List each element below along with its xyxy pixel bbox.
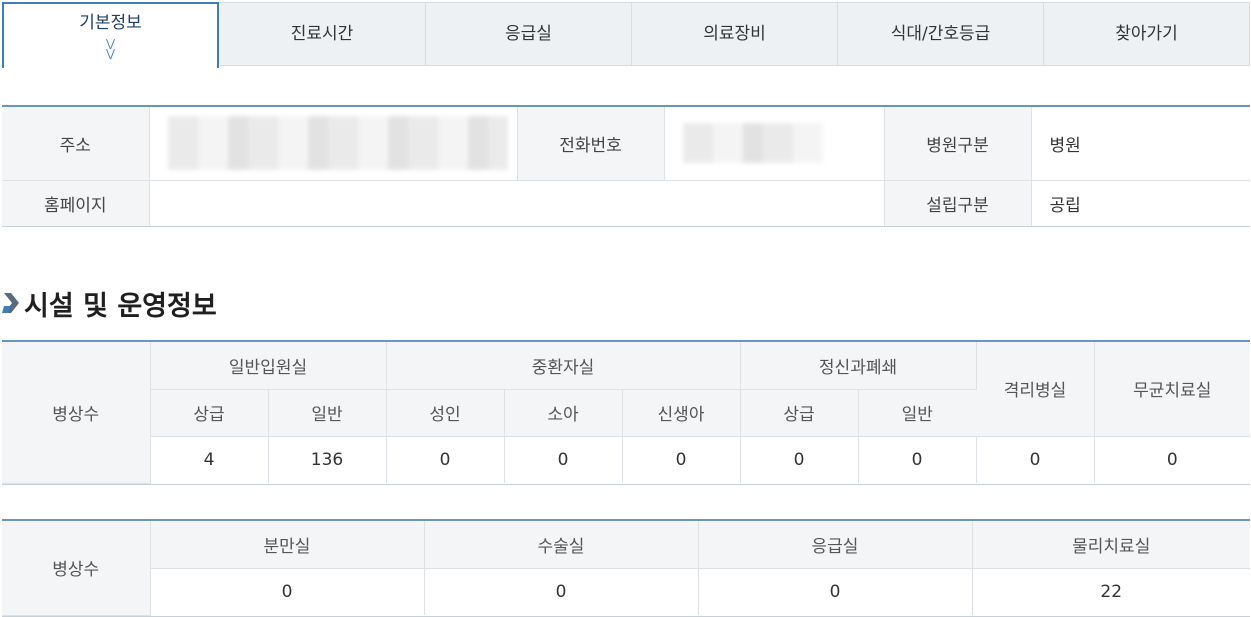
tab-bar: 기본정보 ⋁ ⋁ 진료시간 응급실 의료장비 식대/간호등급 찾아가기 bbox=[2, 2, 1250, 68]
general-upper-value: 4 bbox=[150, 436, 269, 483]
hospital-type-value: 병원 bbox=[1031, 107, 1250, 181]
phone-value bbox=[664, 107, 885, 181]
tab-label: 의료장비 bbox=[703, 24, 766, 44]
emergency-room-header: 응급실 bbox=[698, 521, 973, 569]
tab-label: 진료시간 bbox=[290, 24, 354, 44]
sterile-value: 0 bbox=[1094, 436, 1250, 483]
general-general-header: 일반 bbox=[268, 389, 387, 437]
icu-adult-header: 성인 bbox=[386, 389, 505, 437]
address-value bbox=[149, 107, 518, 181]
psy-upper-value: 0 bbox=[740, 436, 859, 483]
beds-row-label: 병상수 bbox=[2, 342, 151, 484]
sterile-header: 무균치료실 bbox=[1094, 342, 1250, 437]
homepage-value[interactable] bbox=[149, 180, 885, 226]
establishment-value: 공립 bbox=[1049, 195, 1081, 216]
tab-emergency[interactable]: 응급실 bbox=[426, 2, 632, 66]
icu-newborn-header: 신생아 bbox=[622, 389, 741, 437]
physio-room-value: 22 bbox=[972, 568, 1250, 615]
delivery-room-header: 분만실 bbox=[150, 521, 425, 569]
section-title: 시설 및 운영정보 bbox=[2, 283, 217, 323]
isolation-value: 0 bbox=[976, 436, 1095, 483]
operating-room-header: 수술실 bbox=[424, 521, 699, 569]
general-general-value: 136 bbox=[268, 436, 387, 483]
emergency-room-value: 0 bbox=[698, 568, 973, 615]
tab-label: 기본정보 bbox=[79, 13, 142, 33]
tab-label: 찾아가기 bbox=[1115, 24, 1178, 44]
icu-newborn-value: 0 bbox=[622, 436, 741, 483]
tab-basic-info[interactable]: 기본정보 ⋁ ⋁ bbox=[2, 2, 219, 68]
icu-adult-value: 0 bbox=[386, 436, 505, 483]
general-ward-header: 일반입원실 bbox=[150, 342, 387, 390]
isolation-header: 격리병실 bbox=[976, 342, 1095, 437]
beds-table: 병상수 일반입원실 중환자실 정신과폐쇄 격리병실 무균치료실 상급 일반 성인… bbox=[2, 340, 1250, 485]
psy-general-header: 일반 bbox=[858, 389, 977, 437]
section-title-text: 시설 및 운영정보 bbox=[24, 290, 217, 322]
tab-directions[interactable]: 찾아가기 bbox=[1044, 2, 1250, 66]
icu-header: 중환자실 bbox=[386, 342, 741, 390]
icu-child-value: 0 bbox=[504, 436, 623, 483]
tab-hours[interactable]: 진료시간 bbox=[219, 2, 426, 66]
tab-label: 식대/간호등급 bbox=[890, 24, 991, 44]
basic-info-table: 주소 전화번호 병원구분 병원 홈페이지 설립구분 공립 bbox=[2, 105, 1250, 227]
tab-meal-nursing[interactable]: 식대/간호등급 bbox=[838, 2, 1044, 66]
icu-child-header: 소아 bbox=[504, 389, 623, 437]
general-upper-header: 상급 bbox=[150, 389, 269, 437]
tab-equipment[interactable]: 의료장비 bbox=[632, 2, 838, 66]
redacted-address bbox=[167, 116, 508, 171]
homepage-label: 홈페이지 bbox=[2, 180, 150, 226]
delivery-room-value: 0 bbox=[150, 568, 425, 615]
physio-room-header: 물리치료실 bbox=[972, 521, 1250, 569]
establishment-label: 설립구분 bbox=[884, 180, 1032, 226]
operating-room-value: 0 bbox=[424, 568, 699, 615]
chevron-double-down-icon: ⋁ ⋁ bbox=[105, 37, 116, 60]
address-label: 주소 bbox=[2, 107, 150, 181]
redacted-phone bbox=[682, 123, 823, 164]
section-arrow-icon bbox=[2, 290, 20, 316]
hospital-type-label: 병원구분 bbox=[884, 107, 1032, 181]
phone-label: 전화번호 bbox=[517, 107, 665, 181]
rooms-table: 병상수 분만실 수술실 응급실 물리치료실 0 0 0 22 bbox=[2, 519, 1250, 617]
psychiatric-header: 정신과폐쇄 bbox=[740, 342, 977, 390]
rooms-row-label: 병상수 bbox=[2, 521, 151, 616]
psy-upper-header: 상급 bbox=[740, 389, 859, 437]
tab-label: 응급실 bbox=[505, 24, 552, 44]
psy-general-value: 0 bbox=[858, 436, 977, 483]
